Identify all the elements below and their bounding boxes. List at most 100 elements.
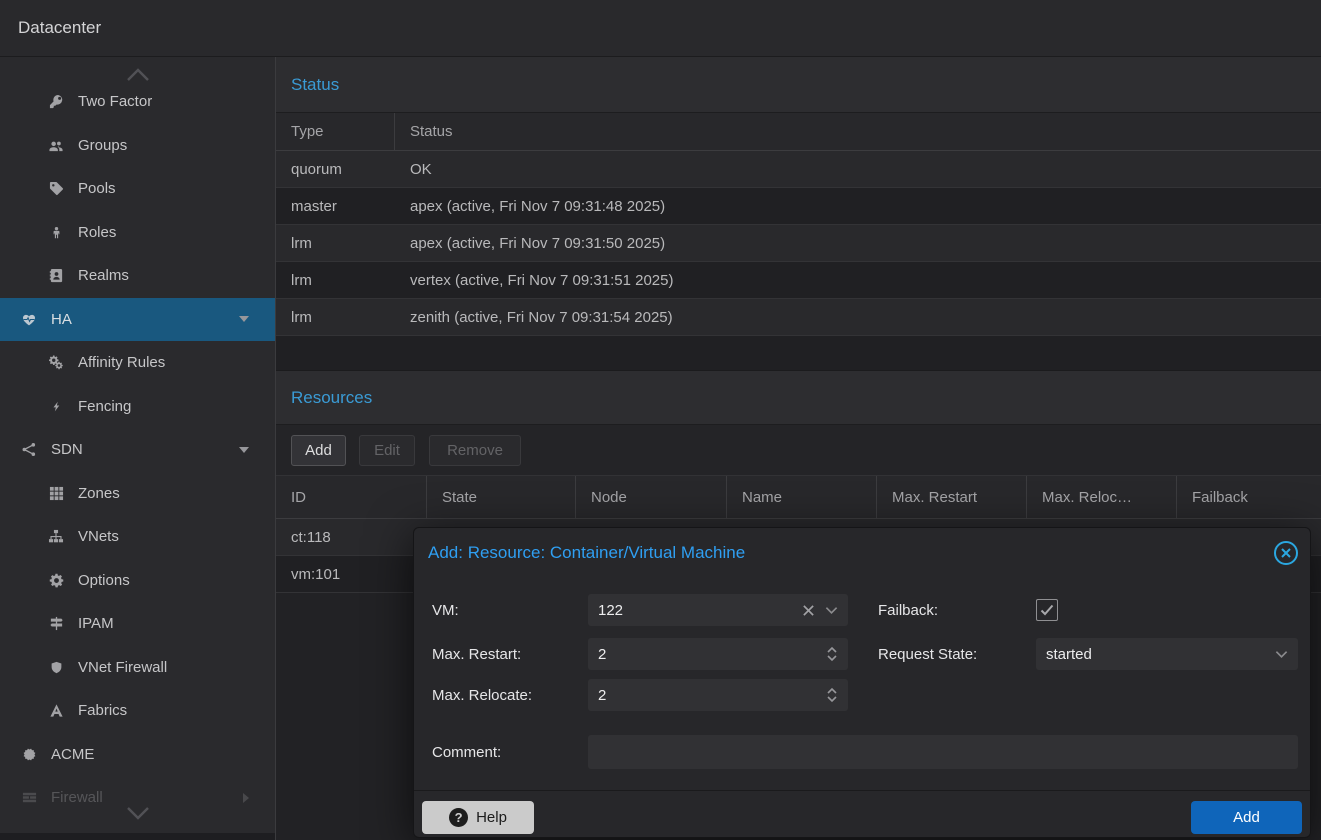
sidebar-item-label: Groups [78, 137, 127, 154]
max-relocate-label: Max. Relocate: [432, 679, 532, 711]
request-state-label: Request State: [878, 638, 977, 670]
max-restart-field[interactable] [588, 638, 848, 670]
sidebar-item-label: HA [51, 311, 72, 328]
status-row-status: OK [395, 161, 1321, 178]
vm-label: VM: [432, 594, 459, 626]
sidebar-item-label: Realms [78, 267, 129, 284]
status-row-status: vertex (active, Fri Nov 7 09:31:51 2025) [395, 272, 1321, 289]
sidebar-item-ha[interactable]: HA [0, 298, 275, 342]
sidebar-item-vnet-firewall[interactable]: VNet Firewall [0, 646, 275, 690]
sidebar-item-label: VNets [78, 528, 119, 545]
help-button[interactable]: ? Help [422, 801, 534, 834]
max-restart-label: Max. Restart: [432, 638, 521, 670]
column-header-failback[interactable]: Failback [1177, 476, 1321, 518]
help-button-label: Help [476, 809, 507, 826]
grid-icon [45, 486, 67, 501]
sidebar-nav-list: Two Factor Groups Pools Roles Realms [0, 80, 275, 820]
chevron-down-icon[interactable] [239, 447, 249, 453]
max-relocate-field[interactable] [588, 679, 848, 711]
close-icon[interactable] [1273, 540, 1299, 566]
column-header-status[interactable]: Status [395, 113, 1321, 150]
table-row[interactable]: quorum OK [276, 151, 1321, 188]
chevron-down-icon[interactable] [825, 606, 838, 615]
vm-field[interactable] [588, 594, 848, 626]
sidebar-item-label: Zones [78, 485, 120, 502]
sidebar-item-label: ACME [51, 746, 94, 763]
resources-section-titlebar: Resources [276, 370, 1321, 425]
sidebar-item-label: Affinity Rules [78, 354, 165, 371]
sidebar-item-roles[interactable]: Roles [0, 211, 275, 255]
add-button[interactable]: Add [291, 435, 346, 466]
page-title: Datacenter [18, 18, 101, 38]
sidebar-item-affinity-rules[interactable]: Affinity Rules [0, 341, 275, 385]
status-row-status: apex (active, Fri Nov 7 09:31:48 2025) [395, 198, 1321, 215]
users-icon [45, 138, 67, 153]
gears-icon [45, 355, 67, 370]
check-icon [1040, 604, 1054, 616]
sidebar-item-label: Pools [78, 180, 116, 197]
max-restart-input[interactable] [598, 646, 816, 663]
sidebar-item-zones[interactable]: Zones [0, 472, 275, 516]
sidebar-item-label: Fencing [78, 398, 131, 415]
table-row[interactable]: lrm zenith (active, Fri Nov 7 09:31:54 2… [276, 299, 1321, 336]
network-icon [18, 442, 40, 457]
sidebar-item-fabrics[interactable]: Fabrics [0, 689, 275, 733]
request-state-select[interactable]: started [1036, 638, 1298, 670]
column-header-type[interactable]: Type [276, 113, 395, 150]
column-header-state[interactable]: State [427, 476, 576, 518]
status-row-status: zenith (active, Fri Nov 7 09:31:54 2025) [395, 309, 1321, 326]
clear-icon[interactable] [802, 604, 815, 617]
resources-section-title: Resources [291, 388, 372, 408]
column-header-max-relocate[interactable]: Max. Reloc… [1027, 476, 1177, 518]
column-header-max-restart[interactable]: Max. Restart [877, 476, 1027, 518]
dialog-header[interactable]: Add: Resource: Container/Virtual Machine [414, 528, 1310, 578]
user-icon [45, 225, 67, 240]
resource-row-id: ct:118 [276, 529, 427, 546]
sidebar-item-vnets[interactable]: VNets [0, 515, 275, 559]
comment-input[interactable] [598, 744, 1288, 761]
failback-checkbox[interactable] [1036, 599, 1058, 621]
sidebar-item-two-factor[interactable]: Two Factor [0, 80, 275, 124]
sidebar-item-sdn[interactable]: SDN [0, 428, 275, 472]
sidebar-item-label: SDN [51, 441, 83, 458]
table-row[interactable]: lrm vertex (active, Fri Nov 7 09:31:51 2… [276, 262, 1321, 299]
panel-gap [276, 336, 1321, 370]
key-icon [45, 94, 67, 109]
column-header-node[interactable]: Node [576, 476, 727, 518]
vm-input[interactable] [598, 602, 792, 619]
chevron-right-icon[interactable] [243, 793, 249, 803]
dialog-add-button[interactable]: Add [1191, 801, 1302, 834]
max-relocate-input[interactable] [598, 687, 816, 704]
sidebar-item-fencing[interactable]: Fencing [0, 385, 275, 429]
sidebar-scroll-down-icon[interactable] [0, 805, 275, 821]
address-book-icon [45, 268, 67, 283]
comment-field[interactable] [588, 735, 1298, 769]
sidebar-item-realms[interactable]: Realms [0, 254, 275, 298]
shield-icon [45, 660, 67, 675]
sidebar: Two Factor Groups Pools Roles Realms [0, 57, 276, 840]
edit-button[interactable]: Edit [359, 435, 415, 466]
sidebar-item-options[interactable]: Options [0, 559, 275, 603]
question-icon: ? [449, 808, 468, 827]
request-state-value: started [1046, 646, 1265, 663]
sidebar-item-ipam[interactable]: IPAM [0, 602, 275, 646]
dialog-title: Add: Resource: Container/Virtual Machine [428, 543, 745, 563]
sidebar-item-label: Options [78, 572, 130, 589]
spinner-icon[interactable] [826, 686, 838, 704]
resources-toolbar: Add Edit Remove [276, 425, 1321, 476]
spinner-icon[interactable] [826, 645, 838, 663]
sidebar-item-groups[interactable]: Groups [0, 124, 275, 168]
top-bar: Datacenter [0, 0, 1321, 57]
remove-button[interactable]: Remove [429, 435, 521, 466]
column-header-name[interactable]: Name [727, 476, 877, 518]
sidebar-item-label: Fabrics [78, 702, 127, 719]
table-row[interactable]: lrm apex (active, Fri Nov 7 09:31:50 202… [276, 225, 1321, 262]
sidebar-item-pools[interactable]: Pools [0, 167, 275, 211]
chevron-down-icon[interactable] [239, 316, 249, 322]
table-row[interactable]: master apex (active, Fri Nov 7 09:31:48 … [276, 188, 1321, 225]
sidebar-item-acme[interactable]: ACME [0, 733, 275, 777]
gear-icon [45, 573, 67, 588]
column-header-id[interactable]: ID [276, 476, 427, 518]
dialog-footer-divider [414, 790, 1310, 791]
chevron-down-icon[interactable] [1275, 650, 1288, 659]
